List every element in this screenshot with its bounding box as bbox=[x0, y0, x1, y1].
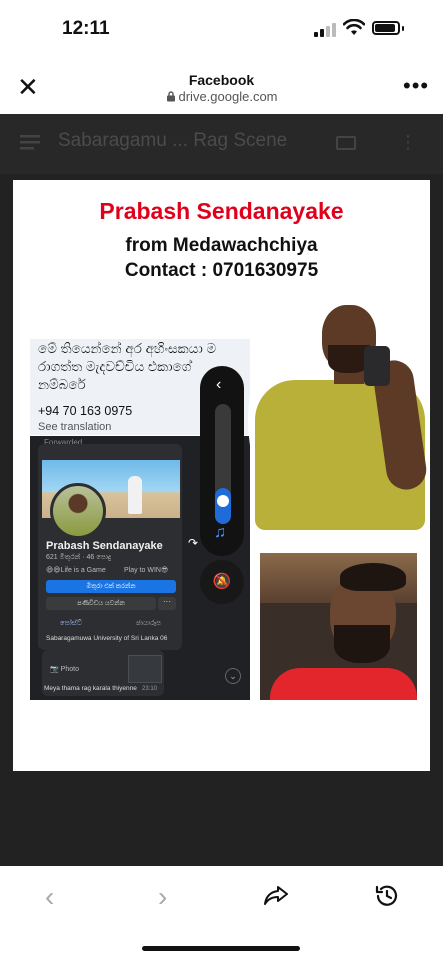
photo-time: 23:10 bbox=[142, 686, 158, 692]
page-title: Facebook bbox=[188, 72, 255, 88]
photo-caption: Meya thama rag karala thiyenne bbox=[44, 685, 137, 692]
music-note-icon: ♫ bbox=[214, 524, 226, 541]
lock-icon bbox=[166, 91, 175, 102]
photo2-beard bbox=[334, 625, 390, 663]
chevron-left-icon[interactable]: ‹ bbox=[216, 376, 221, 394]
bell-off-icon[interactable]: 🔕 bbox=[200, 560, 244, 604]
message-phone: +94 70 163 0975 bbox=[38, 404, 133, 418]
viewer-file-title: Sabaragamu ... Rag Scene bbox=[58, 130, 288, 151]
profile-name: Prabash Sendanayake bbox=[46, 540, 163, 552]
tab-posts: පෝස්ට් bbox=[60, 620, 82, 627]
wifi-icon bbox=[343, 19, 365, 35]
cover-person bbox=[128, 476, 142, 514]
status-time: 12:11 bbox=[62, 18, 110, 39]
menu-icon[interactable] bbox=[20, 134, 40, 150]
message-button: පණිවිඩය යවන්න bbox=[46, 597, 156, 610]
tab-photos: ඡායාරූප bbox=[136, 620, 161, 627]
profile-bio: 😄😄Life is a Game bbox=[46, 567, 106, 574]
title-bar bbox=[0, 62, 443, 114]
photo-phone bbox=[364, 346, 390, 386]
volume-slider-knob[interactable] bbox=[217, 495, 229, 507]
forward-icon[interactable]: › bbox=[158, 882, 167, 912]
university-label: Sabaragamuwa University of Sri Lanka 06 bbox=[46, 635, 168, 642]
profile-more-button: ··· bbox=[158, 597, 176, 610]
poster-contact: Contact : 0701630975 bbox=[124, 260, 319, 281]
avatar bbox=[50, 483, 106, 539]
add-friend-button: මිතුරා එක් කරන්න bbox=[46, 580, 176, 593]
photo2-hair bbox=[340, 563, 406, 591]
battery-nub bbox=[402, 26, 404, 31]
poster-from: from Medawachchiya bbox=[125, 235, 318, 256]
more-icon[interactable]: ••• bbox=[403, 75, 429, 97]
photo2-shirt bbox=[270, 668, 417, 700]
viewer-more-icon[interactable]: ⋮ bbox=[399, 133, 417, 151]
photo-label: 📷 Photo bbox=[50, 666, 79, 673]
battery-icon bbox=[372, 21, 400, 35]
forward-arrow-icon: ↷ bbox=[188, 536, 199, 550]
signal-icon bbox=[314, 23, 336, 37]
photo-label-text: Photo bbox=[60, 666, 79, 673]
profile-bio-2: Play to WIN😎 bbox=[124, 567, 169, 574]
share-icon[interactable] bbox=[263, 882, 289, 908]
chevron-down-icon: ⌄ bbox=[225, 668, 241, 684]
comment-icon[interactable] bbox=[336, 136, 356, 150]
history-icon[interactable] bbox=[374, 883, 400, 909]
see-translation: See translation bbox=[38, 421, 112, 433]
url-label: drive.google.com bbox=[0, 89, 443, 104]
url-text: drive.google.com bbox=[178, 89, 278, 104]
photo-thumbnail bbox=[128, 655, 162, 683]
poster-name: Prabash Sendanayake bbox=[99, 198, 344, 224]
home-indicator[interactable] bbox=[142, 946, 300, 951]
profile-stats: 621 මිතුරන් · 46 පොදු bbox=[46, 554, 112, 561]
back-icon[interactable]: ‹ bbox=[45, 882, 54, 912]
